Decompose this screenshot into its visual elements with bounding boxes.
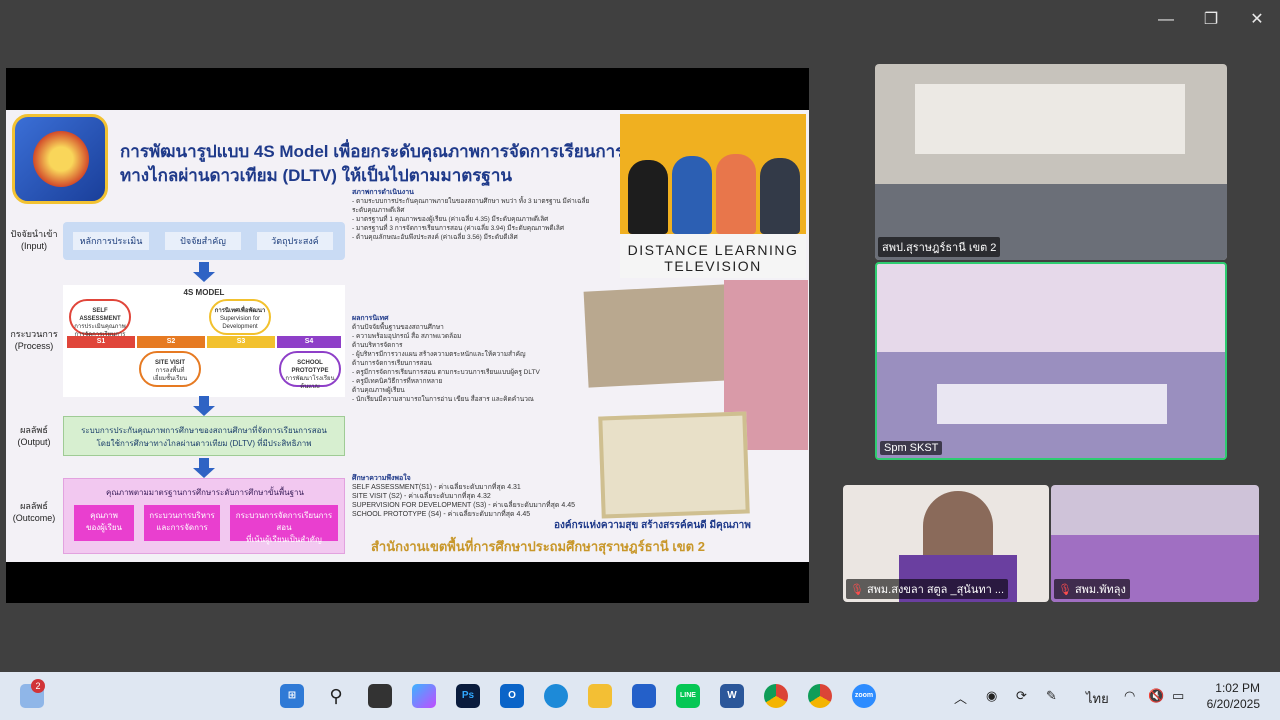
satisfaction-heading: ศึกษาความพึงพอใจ <box>352 475 411 482</box>
edge-icon[interactable] <box>544 684 568 708</box>
copilot-icon[interactable] <box>412 684 436 708</box>
word-icon[interactable]: W <box>720 684 744 708</box>
input-item: ปัจจัยสำคัญ <box>165 232 241 250</box>
presenter-photo <box>628 160 668 234</box>
mic-muted-icon: 🎙 <box>1058 584 1072 596</box>
shared-slide: การพัฒนารูปแบบ 4S Model เพื่อยกระดับคุณภ… <box>6 110 809 562</box>
presenter-photo <box>760 158 800 234</box>
label-process: กระบวนการ (Process) <box>10 329 58 351</box>
input-item: วัตถุประสงค์ <box>257 232 333 250</box>
output-box: ระบบการประกันคุณภาพการศึกษาของสถานศึกษาท… <box>63 416 345 456</box>
label-input: ปัจจัยนำเข้า (Input) <box>10 229 58 251</box>
participant-name: Spm SKST <box>880 441 943 455</box>
participant-tile-active[interactable]: Spm SKST <box>875 262 1227 460</box>
dltv-caption: DISTANCE LEARNING TELEVISION <box>627 242 799 274</box>
step-s1-box: SELF ASSESSMENT การประเมินคุณภาพ การจัดกา… <box>69 299 131 346</box>
line-icon[interactable]: LINE <box>676 684 700 708</box>
outcome-box: คุณภาพตามมาตรฐานการศึกษาระดับการศึกษาขั้… <box>63 478 345 554</box>
results-section: ผลการนิเทศ ด้านปัจจัยพื้นฐานของสถานศึกษา… <box>352 314 614 404</box>
slide-title-line1: การพัฒนารูปแบบ 4S Model เพื่อยกระดับคุณภ… <box>120 142 657 161</box>
presenter-photo <box>716 154 756 234</box>
label-output: ผลลัพธ์ (Output) <box>17 425 51 447</box>
results-heading: ผลการนิเทศ <box>352 315 389 322</box>
satisfaction-item: SITE VISIT (S2) - ค่าเฉลี่ยระดับมากที่สุ… <box>352 493 491 500</box>
close-button[interactable]: ✕ <box>1245 8 1269 32</box>
certificate-image <box>598 411 750 519</box>
wifi-icon[interactable]: ◠ <box>1124 688 1135 704</box>
outcome-item: กระบวนการจัดการเรียนการสอน ที่เน้นผู้เรี… <box>230 505 338 544</box>
step-s4-bar: S4 <box>277 336 341 348</box>
model-title: 4S MODEL <box>183 288 225 297</box>
participant-tile[interactable]: 🎙 สพม.พัทลุง <box>1051 485 1259 602</box>
step-s4-box: SCHOOL PROTOTYPE การพัฒนาโรงเรียน ต้นแบบ <box>279 351 341 390</box>
status-heading: สภาพการดำเนินงาน <box>352 189 414 196</box>
input-item: หลักการประเมิน <box>73 232 149 250</box>
group-photo <box>583 284 731 388</box>
satisfaction-item: SUPERVISION FOR DEVELOPMENT (S3) - ค่าเฉ… <box>352 502 576 509</box>
down-arrow-icon <box>193 262 215 282</box>
outlook-icon[interactable]: O <box>500 684 524 708</box>
restore-button[interactable]: ❐ <box>1199 8 1223 32</box>
presenter-photo <box>672 156 712 234</box>
participant-name: 🎙 สพม.สงขลา สตูล _สุนันทา ... <box>846 579 1008 599</box>
pen-icon[interactable]: ✎ <box>1046 688 1057 704</box>
participant-name: สพป.สุราษฎร์ธานี เขต 2 <box>878 237 1001 257</box>
participant-name: 🎙 สพม.พัทลุง <box>1054 579 1130 599</box>
search-icon[interactable]: ⚲ <box>324 684 348 708</box>
obec-logo <box>12 114 108 204</box>
screen-share-view[interactable]: การพัฒนารูปแบบ 4S Model เพื่อยกระดับคุณภ… <box>6 68 809 603</box>
input-box: หลักการประเมิน ปัจจัยสำคัญ วัตถุประสงค์ <box>63 222 345 260</box>
step-s2-bar: S2 <box>137 336 205 348</box>
satisfaction-item: SELF ASSESSMENT(S1) - ค่าเฉลี่ยระดับมากท… <box>352 484 521 491</box>
volume-muted-icon[interactable]: 🔇 <box>1148 688 1164 704</box>
photoshop-icon[interactable]: Ps <box>456 684 480 708</box>
down-arrow-icon <box>193 396 215 416</box>
sync-icon[interactable]: ⟳ <box>1016 688 1027 704</box>
language-indicator[interactable]: ไทย <box>1086 688 1109 709</box>
slide-slogan: องค์กรแห่งความสุข สร้างสรรค์คนดี มีคุณภา… <box>554 520 751 531</box>
step-s2-box: SITE VISIT การลงพื้นที่ เยี่ยมชั้นเรียน <box>139 351 201 387</box>
zoom-meeting-window: — ❐ ✕ การพัฒนารูปแบบ 4S Model เพื่อยกระด… <box>0 0 1280 672</box>
chrome-icon[interactable] <box>764 684 788 708</box>
clock-date: 6/20/2025 <box>1206 697 1260 711</box>
task-view-icon[interactable] <box>368 684 392 708</box>
slide-title-line2: ทางไกลผ่านดาวเทียม (DLTV) ให้เป็นไปตามมา… <box>120 166 512 185</box>
mic-muted-icon: 🎙 <box>850 584 864 596</box>
notification-badge: 2 <box>31 679 45 693</box>
label-outcome: ผลลัพธ์ (Outcome) <box>12 501 56 523</box>
slide-org-name: สำนักงานเขตพื้นที่การศึกษาประถมศึกษาสุรา… <box>371 539 705 554</box>
dltv-banner: DISTANCE LEARNING TELEVISION <box>620 114 806 278</box>
step-s3-box: การนิเทศเพื่อพัฒนา Supervision for Develo… <box>209 299 271 335</box>
results-text: ด้านปัจจัยพื้นฐานของสถานศึกษา - ความพร้อ… <box>352 324 540 403</box>
outcome-item: คุณภาพ ของผู้เรียน <box>74 505 134 541</box>
file-explorer-icon[interactable] <box>588 684 612 708</box>
chrome-profile-icon[interactable] <box>808 684 832 708</box>
battery-icon[interactable]: ▭ <box>1172 688 1184 704</box>
outcome-item: กระบวนการบริหาร และการจัดการ <box>144 505 220 541</box>
system-clock[interactable]: 1:02 PM 6/20/2025 <box>1207 680 1260 712</box>
participant-tile[interactable]: 🎙 สพม.สงขลา สตูล _สุนันทา ... <box>843 485 1049 602</box>
microsoft-365-icon[interactable] <box>632 684 656 708</box>
outcome-title: คุณภาพตามมาตรฐานการศึกษาระดับการศึกษาขั้… <box>106 488 304 497</box>
4s-model-diagram: 4S MODEL SELF ASSESSMENT การประเมินคุณภาพ… <box>63 285 345 397</box>
status-section: สภาพการดำเนินงาน - ตามระบบการประกันคุณภา… <box>352 188 602 242</box>
step-s3-bar: S3 <box>207 336 275 348</box>
zoom-icon[interactable]: zoom <box>852 684 876 708</box>
satisfaction-section: ศึกษาความพึงพอใจ SELF ASSESSMENT(S1) - ค… <box>352 474 602 519</box>
down-arrow-icon <box>193 458 215 478</box>
start-icon[interactable]: ⊞ <box>280 684 304 708</box>
minimize-button[interactable]: — <box>1154 8 1178 32</box>
windows-taskbar: 2 ⊞ ⚲ Ps O LINE W zoom ︿ ◉ ⟳ ✎ ไทย ◠ 🔇 ▭… <box>0 672 1280 720</box>
chevron-up-icon[interactable]: ︿ <box>954 688 967 707</box>
participant-tile[interactable]: สพป.สุราษฎร์ธานี เขต 2 <box>875 64 1227 260</box>
step-s1-bar: S1 <box>67 336 135 348</box>
clock-time: 1:02 PM <box>1215 681 1260 695</box>
security-icon[interactable]: ◉ <box>986 688 997 704</box>
status-text: - ตามระบบการประกันคุณภาพภายในของสถานศึกษ… <box>352 198 590 241</box>
